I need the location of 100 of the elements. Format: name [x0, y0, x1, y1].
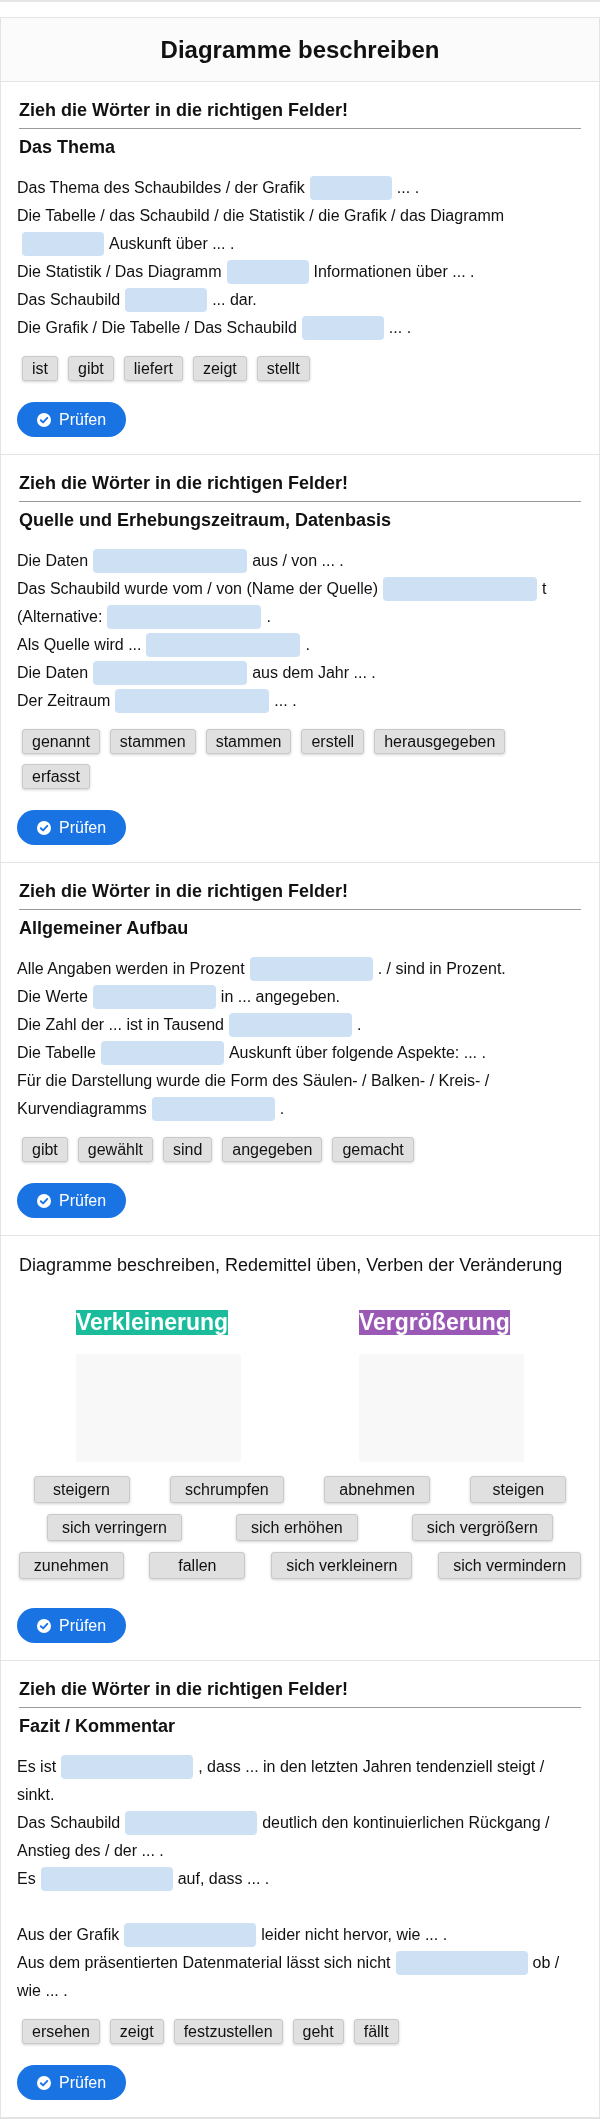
word-tile[interactable]: ersehen	[22, 2019, 100, 2044]
answer-field[interactable]	[146, 632, 301, 657]
sentence-text: Aus dem präsentierten Datenmaterial lässt sich nicht	[17, 1954, 391, 1971]
word-tile[interactable]: sich verringern	[47, 1514, 182, 1541]
sentence-text: .	[305, 636, 310, 653]
word-tile[interactable]: herausgegeben	[374, 729, 506, 754]
answer-field[interactable]	[61, 1754, 194, 1779]
word-tile[interactable]: gibt	[22, 1137, 68, 1162]
word-tile[interactable]: liefert	[123, 356, 183, 381]
check-circle-icon	[37, 1193, 51, 1208]
sentence-text: Das Schaubild	[17, 291, 121, 308]
answer-field[interactable]	[124, 1922, 257, 1947]
sentence-text: .	[266, 608, 271, 625]
word-tile[interactable]: sich verkleinern	[271, 1552, 413, 1579]
check-circle-icon	[37, 820, 51, 835]
instruction-text: Diagramme beschreiben, Redemittel üben, Verben der Veränderung	[19, 1254, 564, 1277]
word-tile[interactable]: geht	[292, 2019, 344, 2044]
sentence-text: ... .	[274, 692, 297, 709]
word-tile[interactable]: stammen	[109, 729, 196, 754]
answer-field[interactable]	[125, 1810, 258, 1835]
check-circle-icon	[37, 412, 51, 427]
check-button[interactable]: Prüfen	[17, 1183, 127, 1218]
word-tile[interactable]: gibt	[68, 356, 114, 381]
section-heading: Allgemeiner Aufbau	[19, 917, 190, 940]
sentence-text: t	[542, 580, 547, 597]
sentence-text: ... .	[388, 319, 412, 336]
sentence-text: Für die Darstellung wurde die Form des Säulen- / Balken- / Kreis- /	[17, 1072, 490, 1089]
answer-field[interactable]	[92, 984, 216, 1009]
sentence-text: Die Werte	[17, 988, 88, 1005]
section-heading: Quelle und Erhebungszeitraum, Datenbasis	[19, 509, 393, 532]
answer-field[interactable]	[40, 1866, 173, 1891]
answer-field[interactable]	[125, 287, 208, 312]
answer-field[interactable]	[100, 1040, 224, 1065]
word-tile[interactable]: gewählt	[77, 1137, 153, 1162]
sentence-text: Auskunft über ... .	[109, 235, 235, 252]
word-tile[interactable]: erstell	[301, 729, 365, 754]
sentence-text: leider nicht hervor, wie ... .	[261, 1926, 448, 1943]
instruction-heading: Zieh die Wörter in die richtigen Felder!	[19, 472, 350, 495]
word-tile[interactable]: fällt	[353, 2019, 399, 2044]
word-tile[interactable]: gemacht	[332, 1137, 414, 1162]
category-label: Verkleinerung	[76, 1310, 229, 1335]
word-tile[interactable]: zeigt	[192, 356, 247, 381]
sentence-text: Es	[17, 1870, 36, 1887]
answer-field[interactable]	[115, 688, 270, 713]
sentence-text: sinkt.	[17, 1786, 55, 1803]
word-tile[interactable]: steigen	[470, 1476, 567, 1503]
word-tile[interactable]: fallen	[149, 1552, 246, 1579]
word-tile[interactable]: angegeben	[222, 1137, 323, 1162]
word-tile[interactable]: sich vergrößern	[411, 1514, 553, 1541]
check-button[interactable]: Prüfen	[17, 1608, 127, 1643]
answer-field[interactable]	[301, 315, 384, 340]
answer-field[interactable]	[151, 1096, 275, 1121]
sentence-text: Kurvendiagramms	[17, 1100, 147, 1117]
sentence-text: Das Thema des Schaubildes / der Grafik	[17, 179, 305, 196]
word-tile[interactable]: abnehmen	[324, 1476, 430, 1503]
answer-field[interactable]	[93, 660, 248, 685]
answer-field[interactable]	[383, 576, 538, 601]
sentence-text: aus / von ... .	[252, 552, 344, 569]
word-tile[interactable]: festzustellen	[173, 2019, 283, 2044]
category-label: Vergrößerung	[359, 1310, 510, 1335]
answer-field[interactable]	[309, 175, 392, 200]
sentence-text: Die Tabelle / das Schaubild / die Statistik / die Grafik / das Diagramm	[17, 207, 505, 224]
sentence-text: Die Daten	[17, 664, 89, 681]
sentence-text: Informationen über ... .	[313, 263, 475, 280]
sentence-text: Es ist	[17, 1758, 57, 1775]
page-title: Diagramme beschreiben	[160, 34, 440, 65]
word-tile[interactable]: genannt	[22, 729, 100, 754]
check-circle-icon	[37, 1618, 51, 1633]
sentence-text: Die Statistik / Das Diagramm	[17, 263, 222, 280]
word-tile[interactable]: sind	[162, 1137, 213, 1162]
sentence-text: Die Tabelle	[17, 1044, 96, 1061]
word-tile[interactable]: steigern	[33, 1476, 130, 1503]
sentence-text: in ... angegeben.	[220, 988, 341, 1005]
answer-field[interactable]	[22, 231, 104, 256]
word-tile[interactable]: zeigt	[109, 2019, 164, 2044]
answer-field[interactable]	[93, 548, 248, 573]
check-circle-icon	[37, 2075, 51, 2090]
word-tile[interactable]: stellt	[256, 356, 310, 381]
sentence-text: .	[356, 1016, 362, 1033]
check-button[interactable]: Prüfen	[17, 810, 127, 845]
answer-field[interactable]	[249, 956, 373, 981]
sentence-text: .	[279, 1100, 285, 1117]
word-tile[interactable]: zunehmen	[18, 1552, 124, 1579]
section-heading: Fazit / Kommentar	[19, 1715, 177, 1738]
word-tile[interactable]: sich vermindern	[438, 1552, 582, 1579]
sentence-text: ... dar.	[212, 291, 257, 308]
instruction-heading: Zieh die Wörter in die richtigen Felder!	[19, 880, 350, 903]
word-tile[interactable]: erfasst	[22, 764, 90, 789]
word-tile[interactable]: schrumpfen	[170, 1476, 284, 1503]
word-tile[interactable]: sich erhöhen	[236, 1514, 358, 1541]
check-button[interactable]: Prüfen	[17, 402, 127, 437]
answer-field[interactable]	[395, 1950, 528, 1975]
sentence-text: wie ... .	[17, 1982, 68, 1999]
answer-field[interactable]	[107, 604, 262, 629]
answer-field[interactable]	[226, 259, 309, 284]
answer-field[interactable]	[228, 1012, 352, 1037]
sentence-text: Der Zeitraum	[17, 692, 111, 709]
check-button[interactable]: Prüfen	[17, 2065, 127, 2100]
word-tile[interactable]: stammen	[205, 729, 292, 754]
word-tile[interactable]: ist	[22, 356, 58, 381]
